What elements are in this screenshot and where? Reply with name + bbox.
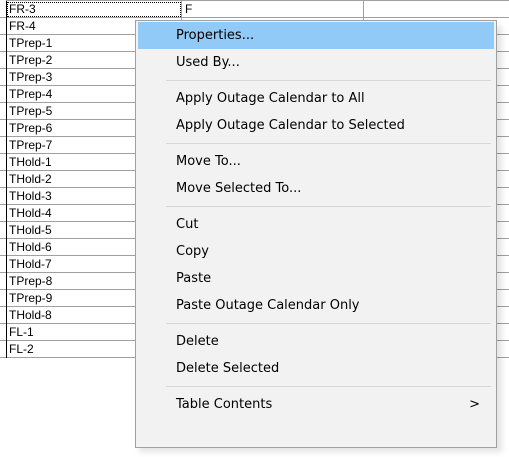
menu-item-label: Used By...: [176, 55, 240, 70]
menu-item-label: Move To...: [176, 154, 241, 169]
chevron-right-icon: >: [469, 397, 480, 412]
menu-item-label: Table Contents: [176, 397, 273, 412]
menu-item-label: Apply Outage Calendar to Selected: [176, 118, 405, 133]
menu-item-used-by[interactable]: Used By...: [138, 49, 494, 76]
menu-item-label: Move Selected To...: [176, 181, 302, 196]
menu-item-label: Apply Outage Calendar to All: [176, 91, 365, 106]
menu-item-move-to[interactable]: Move To...: [138, 148, 494, 175]
menu-item-properties[interactable]: Properties...: [138, 22, 494, 49]
menu-item-delete-selected[interactable]: Delete Selected: [138, 355, 494, 382]
menu-separator: [166, 143, 491, 144]
menu-item-paste[interactable]: Paste: [138, 265, 494, 292]
menu-item-label: Delete: [176, 334, 219, 349]
menu-item-apply-outage-calendar-to-selected[interactable]: Apply Outage Calendar to Selected: [138, 112, 494, 139]
menu-item-label: Cut: [176, 217, 199, 232]
menu-item-copy[interactable]: Copy: [138, 238, 494, 265]
menu-item-paste-outage-calendar-only[interactable]: Paste Outage Calendar Only: [138, 292, 494, 319]
row-third-cell[interactable]: [364, 1, 509, 18]
menu-item-label: Delete Selected: [176, 361, 280, 376]
menu-item-label: Paste Outage Calendar Only: [176, 298, 360, 313]
row-second-cell[interactable]: F: [182, 1, 364, 18]
table-row[interactable]: FR-3 F: [0, 1, 509, 18]
menu-item-cut[interactable]: Cut: [138, 211, 494, 238]
menu-separator: [166, 323, 491, 324]
menu-separator: [166, 386, 491, 387]
menu-item-label: Properties...: [176, 28, 255, 43]
menu-item-delete[interactable]: Delete: [138, 328, 494, 355]
menu-item-label: Paste: [176, 271, 212, 286]
context-menu: Properties... Used By... Apply Outage Cale…: [135, 20, 497, 448]
menu-item-apply-outage-calendar-to-all[interactable]: Apply Outage Calendar to All: [138, 85, 494, 112]
menu-item-move-selected-to[interactable]: Move Selected To...: [138, 175, 494, 202]
row-name-cell[interactable]: FR-3: [6, 1, 182, 18]
menu-separator: [166, 206, 491, 207]
menu-item-label: Copy: [176, 244, 209, 259]
menu-separator: [166, 80, 491, 81]
menu-item-table-contents[interactable]: Table Contents >: [138, 391, 494, 418]
